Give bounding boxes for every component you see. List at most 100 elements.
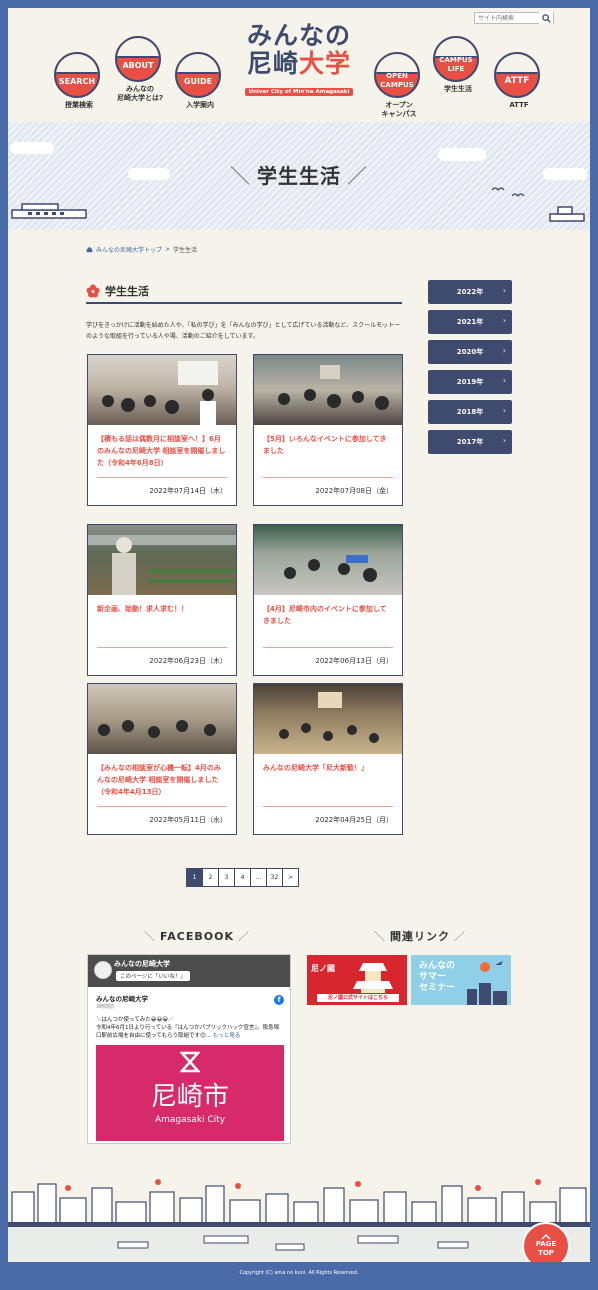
facebook-heading: ＼ FACEBOOK ／: [144, 930, 250, 943]
facebook-page-header: みんなの尼崎大学 このページに「いいね！」: [88, 955, 290, 987]
page-avatar: [94, 961, 112, 979]
post-text: ＼はんつか使ってみた😀😀😀／ 令和4年6月1日より行っている『はんつかパブリック…: [96, 1017, 280, 1039]
boat-illustration: [549, 206, 585, 222]
section-title: 学生生活: [105, 285, 149, 298]
page-2-button[interactable]: 2: [202, 868, 219, 887]
nav-label: オープン キャンパス: [381, 101, 417, 118]
year-2022-button[interactable]: 2022年 ›: [428, 280, 512, 304]
nav-search[interactable]: SEARCH 授業検索: [54, 52, 104, 110]
nav-about[interactable]: ABOUT みんなの 尼崎大学とは?: [115, 36, 165, 103]
article-thumbnail: [88, 684, 236, 754]
copyright: Copyright (C) ama no kuni. All Rights Re…: [239, 1270, 359, 1276]
search-input[interactable]: [475, 13, 539, 23]
nav-campus-life[interactable]: CAMPUS LIFE 学生生活: [433, 36, 483, 94]
facebook-widget[interactable]: みんなの尼崎大学 このページに「いいね！」 みんなの尼崎大学 3時間前 ＼はんつ…: [87, 954, 291, 1144]
photo-welcome-event: [279, 692, 379, 743]
nav-attf[interactable]: ATTF ATTF: [494, 52, 544, 110]
site-header: SEARCH 授業検索 ABOUT みんなの 尼崎大学とは? GUIDE 入学案…: [8, 8, 590, 122]
post-date: 3時間前: [96, 1004, 115, 1010]
nav-label: 学生生活: [444, 85, 472, 93]
chevron-right-icon: ›: [502, 406, 506, 415]
flower-icon: [86, 284, 100, 298]
summer-seminar-banner[interactable]: みんなの サマー セミナー: [411, 955, 511, 1005]
next-page-button[interactable]: >: [282, 868, 299, 887]
facebook-post: みんなの尼崎大学 3時間前 ＼はんつか使ってみた😀😀😀／ 令和4年6月1日より行…: [88, 987, 290, 1046]
nav-badge-about: ABOUT: [115, 36, 161, 82]
article-title: みんなの尼崎大学「尼大新歓！」: [263, 764, 368, 772]
article-title: 【積もる話は偶数月に相談室へ！】6月のみんなの尼崎大学 相談室を開催しました（令…: [97, 435, 226, 467]
article-thumbnail: [254, 684, 402, 754]
logo-line2a: 尼崎: [246, 49, 299, 78]
article-date: 2022年07月14日（木）: [149, 487, 227, 495]
home-icon: [86, 246, 93, 253]
nav-badge-search: SEARCH: [54, 52, 100, 98]
logo-line2b: 大学: [299, 49, 352, 78]
nav-label: 授業検索: [65, 101, 93, 109]
year-2021-button[interactable]: 2021年 ›: [428, 310, 512, 334]
hero-banner: ＼ 学生生活／: [8, 122, 590, 230]
article-thumbnail: [254, 525, 402, 595]
chevron-right-icon: ›: [502, 436, 506, 445]
nav-guide[interactable]: GUIDE 入学案内: [175, 52, 225, 110]
article-title: 【5月】いろんなイベントに参加してきました: [263, 435, 387, 455]
facebook-icon: f: [274, 995, 284, 1005]
page-title: ＼ 学生生活／: [230, 164, 368, 188]
site-search: [474, 12, 554, 24]
pagination: 1 2 3 4 … 32 >: [186, 868, 299, 887]
article-card[interactable]: 【5月】いろんなイベントに参加してきました 2022年07月08日（金）: [253, 354, 403, 506]
facebook-like-button[interactable]: このページに「いいね！」: [116, 971, 190, 981]
article-card[interactable]: 【みんなの相談室が心機一転】4月のみんなの尼崎大学 相談室を開催しました（令和4…: [87, 683, 237, 835]
related-links-heading: ＼ 関連リンク／: [374, 930, 466, 943]
cityscape-illustration: [8, 1179, 590, 1262]
cloud-illustration: [10, 142, 54, 154]
breadcrumb-current: 学生生活: [173, 247, 198, 254]
article-date: 2022年04月25日（月）: [315, 816, 393, 824]
amanokuni-banner[interactable]: 尼ノ國 尼ノ國公式サイトはこちら: [307, 955, 407, 1005]
article-thumbnail: [88, 525, 236, 595]
article-date: 2022年05月11日（水）: [149, 816, 227, 824]
page-top-button[interactable]: PAGE TOP: [522, 1222, 570, 1262]
article-thumbnail: [88, 355, 236, 425]
article-card[interactable]: 新企画、始動！求人求む！！ 2022年06月23日（木）: [87, 524, 237, 676]
photo-meeting: [102, 361, 218, 425]
ship-illustration: [11, 203, 87, 219]
search-icon: [541, 13, 551, 23]
nav-label: みんなの 尼崎大学とは?: [116, 85, 164, 102]
page-1-button[interactable]: 1: [186, 868, 203, 887]
amagasaki-emblem-icon: [180, 1051, 200, 1073]
article-title: 新企画、始動！求人求む！！: [97, 605, 188, 613]
photo-consultation: [98, 720, 216, 738]
search-button[interactable]: [539, 12, 553, 24]
banner-caption: 尼ノ國公式サイトはこちら: [317, 994, 399, 1002]
article-title: 【4月】尼崎市内のイベントに参加してきました: [263, 605, 387, 625]
nav-label: ATTF: [509, 101, 529, 109]
photo-farm: [88, 535, 236, 595]
page-3-button[interactable]: 3: [218, 868, 235, 887]
breadcrumb: みんなの尼崎大学トップ > 学生生活: [86, 245, 197, 254]
year-2020-button[interactable]: 2020年 ›: [428, 340, 512, 364]
article-card[interactable]: 【積もる話は偶数月に相談室へ！】6月のみんなの尼崎大学 相談室を開催しました（令…: [87, 354, 237, 506]
post-image: 尼崎市 Amagasaki City: [96, 1045, 284, 1141]
page-32-button[interactable]: 32: [266, 868, 283, 887]
post-image-title: 尼崎市: [150, 1081, 229, 1112]
year-2018-button[interactable]: 2018年 ›: [428, 400, 512, 424]
year-2019-button[interactable]: 2019年 ›: [428, 370, 512, 394]
breadcrumb-home-link[interactable]: みんなの尼崎大学トップ: [96, 245, 162, 254]
article-date: 2022年06月13日（月）: [315, 657, 393, 665]
page-4-button[interactable]: 4: [234, 868, 251, 887]
article-title: 【みんなの相談室が心機一転】4月のみんなの尼崎大学 相談室を開催しました（令和4…: [97, 764, 221, 796]
section-heading: 学生生活: [86, 280, 402, 304]
see-more-link[interactable]: もっと見る: [213, 1033, 241, 1039]
nav-badge-guide: GUIDE: [175, 52, 221, 98]
site-logo[interactable]: みんなの 尼崎大学 Univer City of Min'na Amagasak…: [240, 22, 358, 97]
nav-open-campus[interactable]: OPEN CAMPUS オープン キャンパス: [374, 52, 424, 119]
post-author: みんなの尼崎大学: [96, 995, 148, 1003]
nav-badge-attf: ATTF: [494, 52, 540, 98]
article-card[interactable]: 【4月】尼崎市内のイベントに参加してきました 2022年06月13日（月）: [253, 524, 403, 676]
chevron-right-icon: ›: [502, 376, 506, 385]
nav-badge-campus-life: CAMPUS LIFE: [433, 36, 479, 82]
chevron-right-icon: ›: [502, 286, 506, 295]
article-card[interactable]: みんなの尼崎大学「尼大新歓！」 2022年04月25日（月）: [253, 683, 403, 835]
year-2017-button[interactable]: 2017年 ›: [428, 430, 512, 454]
logo-subtitle: Univer City of Min'na Amagasaki: [244, 88, 354, 96]
